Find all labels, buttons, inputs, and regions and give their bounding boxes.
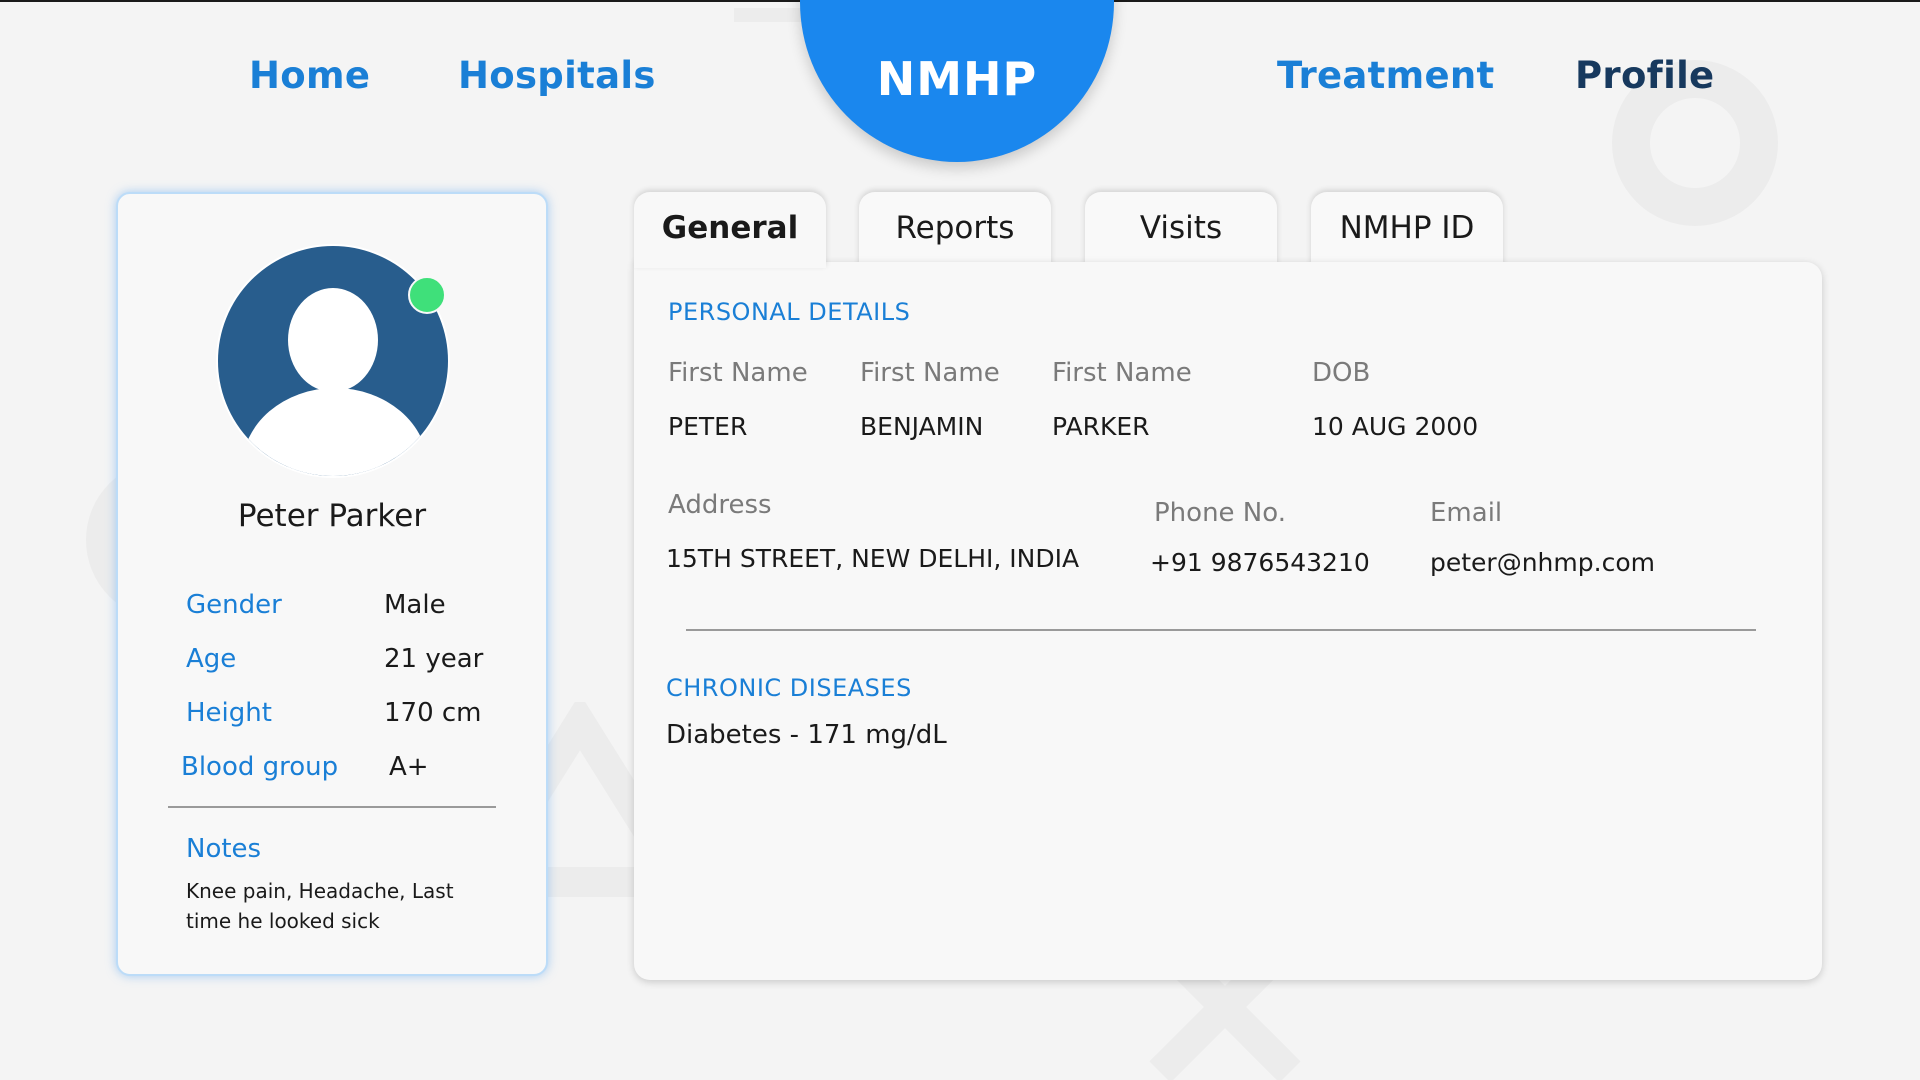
profile-name: Peter Parker [237, 498, 427, 534]
online-status-icon [408, 276, 446, 314]
middle-name-label: First Name [860, 358, 1000, 388]
chronic-disease-item: Diabetes - 171 mg/dL [666, 720, 947, 750]
tab-reports[interactable]: Reports [859, 192, 1051, 268]
middle-name-value: BENJAMIN [860, 412, 984, 441]
notes-text: Knee pain, Headache, Last time he looked… [186, 879, 454, 933]
notes-label: Notes [186, 834, 262, 864]
divider [168, 806, 496, 808]
dob-label: DOB [1312, 358, 1371, 388]
gender-value: Male [384, 590, 446, 620]
phone-label: Phone No. [1154, 498, 1286, 528]
brand-logo-text[interactable]: NMHP [800, 52, 1114, 106]
nav-treatment-link[interactable]: Treatment [1277, 54, 1495, 97]
email-value: peter@nhmp.com [1430, 548, 1655, 577]
height-value: 170 cm [384, 698, 482, 728]
blood-group-value: A+ [389, 752, 429, 782]
phone-value: +91 9876543210 [1150, 548, 1370, 577]
email-label: Email [1430, 498, 1503, 528]
address-value: 15TH STREET, NEW DELHI, INDIA [666, 544, 1080, 573]
last-name-label: First Name [1052, 358, 1192, 388]
tab-general[interactable]: General [634, 192, 826, 268]
details-panel: PERSONAL DETAILS First Name PETER First … [634, 262, 1822, 980]
height-label: Height [186, 698, 272, 728]
profile-card: Peter Parker Gender Male Age 21 year Hei… [116, 192, 548, 976]
nav-home-link[interactable]: Home [249, 54, 370, 97]
dob-value: 10 AUG 2000 [1312, 412, 1479, 441]
blood-group-label: Blood group [181, 752, 339, 782]
age-label: Age [186, 644, 237, 674]
chronic-diseases-title: CHRONIC DISEASES [666, 674, 912, 702]
address-label: Address [668, 490, 772, 520]
age-value: 21 year [384, 644, 484, 674]
personal-details-title: PERSONAL DETAILS [668, 298, 911, 326]
last-name-value: PARKER [1052, 412, 1150, 441]
tab-visits[interactable]: Visits [1085, 192, 1277, 268]
first-name-value: PETER [668, 412, 748, 441]
nav-hospitals-link[interactable]: Hospitals [458, 54, 656, 97]
first-name-label: First Name [668, 358, 808, 388]
gender-label: Gender [186, 590, 282, 620]
nav-profile-link[interactable]: Profile [1575, 54, 1714, 97]
avatar-head-shape [288, 288, 378, 392]
divider [686, 629, 1756, 631]
tab-nmhp-id[interactable]: NMHP ID [1311, 192, 1503, 268]
avatar-body-shape [242, 388, 428, 476]
